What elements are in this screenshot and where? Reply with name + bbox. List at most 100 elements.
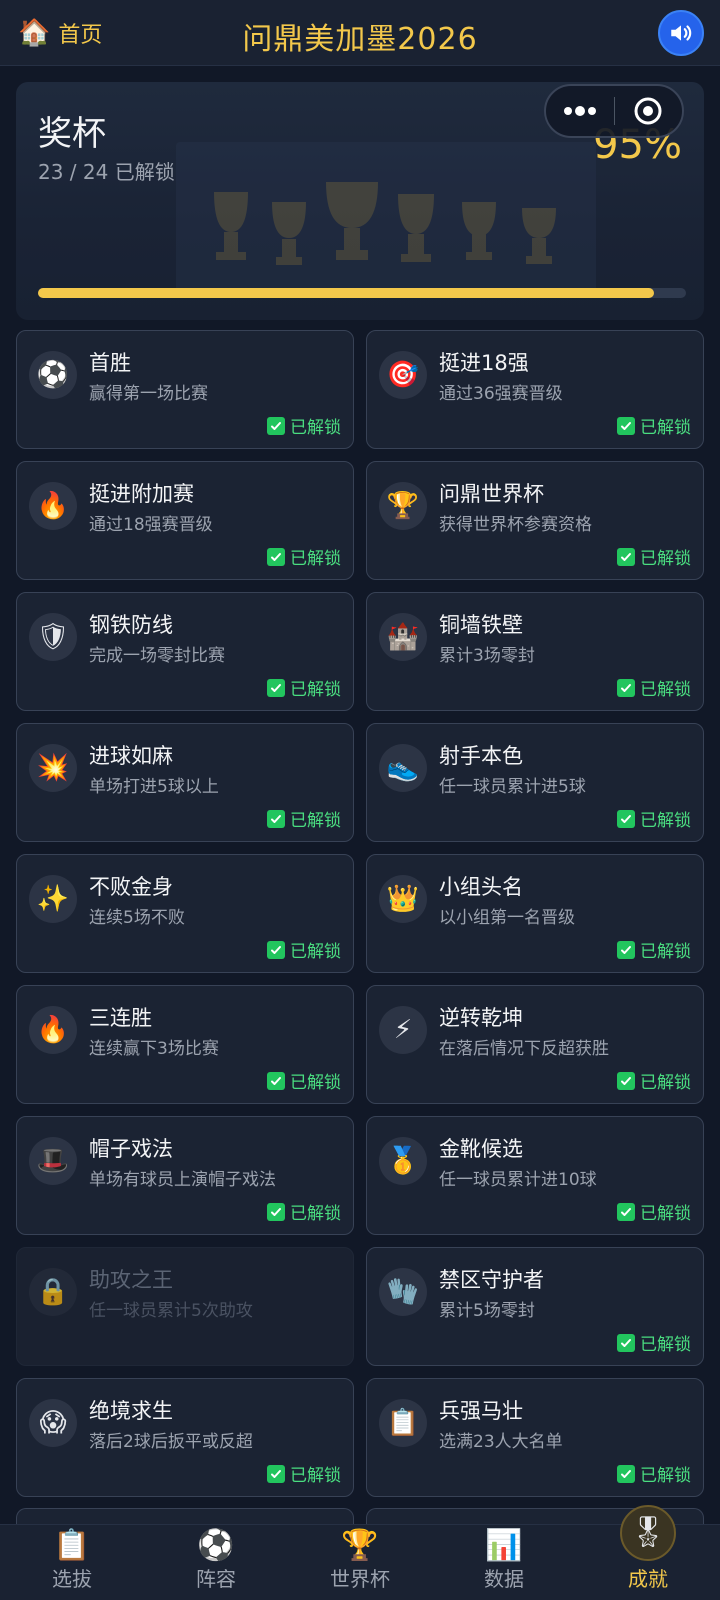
achievement-card[interactable]: 🏆 问鼎世界杯 获得世界杯参赛资格 已解锁 [366, 461, 704, 580]
achievement-title: 逆转乾坤 [439, 1006, 523, 1030]
achievement-card[interactable]: 🔒 助攻之王 任一球员累计5次助攻 [16, 1247, 354, 1366]
check-icon [267, 1202, 285, 1221]
close-mini-program-button[interactable] [615, 86, 683, 136]
check-icon [267, 416, 285, 435]
sneaker-icon: 👟 [379, 744, 427, 792]
unlocked-badge: 已解锁 [267, 1461, 341, 1486]
achievement-title: 兵强马壮 [439, 1399, 523, 1423]
medal-icon: 🥇 [379, 1137, 427, 1185]
check-icon [617, 1202, 635, 1221]
lock-icon: 🔒 [29, 1268, 77, 1316]
status-label: 已解锁 [640, 942, 691, 962]
status-label: 已解锁 [290, 680, 341, 700]
achievement-card[interactable]: 🧤 禁区守护者 累计5场零封 已解锁 [366, 1247, 704, 1366]
achievement-card[interactable]: 🎯 挺进18强 通过36强赛晋级 已解锁 [366, 330, 704, 449]
crown-icon: 👑 [379, 875, 427, 923]
medal-icon: 🎖 [620, 1505, 676, 1561]
nav-label: 成就 [628, 1567, 668, 1591]
soccer-ball-icon: ⚽ [197, 1528, 235, 1563]
achievement-title: 小组头名 [439, 875, 523, 899]
nav-label: 阵容 [196, 1567, 236, 1591]
check-icon [617, 1333, 635, 1352]
achievement-card[interactable]: ⚽ 首胜 赢得第一场比赛 已解锁 [16, 330, 354, 449]
achievement-card[interactable]: 📋 兵强马壮 选满23人大名单 已解锁 [366, 1378, 704, 1497]
status-label: 已解锁 [640, 549, 691, 569]
status-label: 已解锁 [640, 418, 691, 438]
achievement-title: 问鼎世界杯 [439, 482, 544, 506]
unlocked-badge: 已解锁 [617, 1461, 691, 1486]
unlocked-badge: 已解锁 [267, 937, 341, 962]
top-bar: 🏠 首页 问鼎美加墨2026 [0, 0, 720, 66]
status-label: 已解锁 [290, 1073, 341, 1093]
target-icon [634, 97, 662, 125]
achievement-card[interactable]: 🔥 三连胜 连续赢下3场比赛 已解锁 [16, 985, 354, 1104]
check-icon [617, 1464, 635, 1483]
nav-label: 数据 [484, 1567, 524, 1591]
page-title: 问鼎美加墨2026 [242, 22, 478, 57]
achievement-card[interactable]: 🥇 金靴候选 任一球员累计进10球 已解锁 [366, 1116, 704, 1235]
achievement-card[interactable]: 👟 射手本色 任一球员累计进5球 已解锁 [366, 723, 704, 842]
speaker-icon [671, 25, 692, 41]
achievement-card[interactable]: 👑 小组头名以小组第一名晋级已解锁 [366, 854, 704, 973]
status-label: 已解锁 [290, 1204, 341, 1224]
nav-item-1[interactable]: 📋 选拔 [0, 1525, 144, 1600]
trophy-icon: 🏆 [341, 1528, 379, 1563]
unlocked-badge: 已解锁 [617, 413, 691, 438]
check-icon [617, 1071, 635, 1090]
unlocked-badge: 已解锁 [267, 675, 341, 700]
status-label: 已解锁 [290, 1466, 341, 1486]
check-icon [267, 547, 285, 566]
achievement-card[interactable]: 😱 绝境求生 落后2球后扳平或反超 已解锁 [16, 1378, 354, 1497]
nav-item-2[interactable]: ⚽ 阵容 [144, 1525, 288, 1600]
achievement-title: 进球如麻 [89, 744, 173, 768]
achievement-description: 通过36强赛晋级 [439, 384, 563, 404]
bottom-navigation: 📋 选拔 ⚽ 阵容 🏆 世界杯 📊 数据 🎖 成就 [0, 1505, 720, 1600]
nav-item-4[interactable]: 📊 数据 [432, 1525, 576, 1600]
lightning-icon: ⚡ [379, 1006, 427, 1054]
check-icon [267, 940, 285, 959]
nav-item-5[interactable]: 🎖 成就 [576, 1505, 720, 1600]
unlocked-count: 23 / 24 已解锁 [38, 160, 175, 184]
achievement-card[interactable]: 🔥 挺进附加赛 通过18强赛晋级 已解锁 [16, 461, 354, 580]
achievement-description: 赢得第一场比赛 [89, 384, 208, 404]
castle-icon: 🏰 [379, 613, 427, 661]
achievement-description: 任一球员累计进10球 [439, 1170, 597, 1190]
achievement-description: 累计3场零封 [439, 646, 535, 666]
shield-icon: 🛡 [29, 613, 77, 661]
soccer-ball-icon: ⚽ [29, 351, 77, 399]
unlocked-badge: 已解锁 [267, 806, 341, 831]
achievement-description: 以小组第一名晋级 [439, 908, 575, 928]
achievement-description: 落后2球后扳平或反超 [89, 1432, 253, 1452]
unlocked-badge: 已解锁 [617, 544, 691, 569]
sparkles-icon: ✨ [29, 875, 77, 923]
status-label: 已解锁 [290, 549, 341, 569]
achievement-description: 连续赢下3场比赛 [89, 1039, 219, 1059]
check-icon [267, 678, 285, 697]
achievement-description: 单场有球员上演帽子戏法 [89, 1170, 276, 1190]
achievement-card[interactable]: 💥 进球如麻 单场打进5球以上 已解锁 [16, 723, 354, 842]
fire-icon: 🔥 [29, 1006, 77, 1054]
bar-chart-icon: 📊 [485, 1528, 523, 1563]
gloves-icon: 🧤 [379, 1268, 427, 1316]
unlocked-badge: 已解锁 [617, 1068, 691, 1093]
achievement-card[interactable]: ✨ 不败金身 连续5场不败 已解锁 [16, 854, 354, 973]
achievement-title: 钢铁防线 [89, 613, 173, 637]
achievement-card[interactable]: ⚡ 逆转乾坤 在落后情况下反超获胜 已解锁 [366, 985, 704, 1104]
unlocked-badge: 已解锁 [267, 544, 341, 569]
scream-face-icon: 😱 [29, 1399, 77, 1447]
status-label: 已解锁 [640, 1073, 691, 1093]
status-label: 已解锁 [290, 942, 341, 962]
unlocked-badge: 已解锁 [267, 413, 341, 438]
more-button[interactable] [546, 86, 614, 136]
unlocked-badge: 已解锁 [267, 1199, 341, 1224]
achievement-title: 禁区守护者 [439, 1268, 544, 1292]
unlocked-badge: 已解锁 [617, 675, 691, 700]
nav-item-3[interactable]: 🏆 世界杯 [288, 1525, 432, 1600]
achievement-card[interactable]: 🎩 帽子戏法 单场有球员上演帽子戏法 已解锁 [16, 1116, 354, 1235]
achievement-card[interactable]: 🛡 钢铁防线 完成一场零封比赛 已解锁 [16, 592, 354, 711]
achievement-title: 射手本色 [439, 744, 523, 768]
sound-toggle-button[interactable] [658, 10, 704, 56]
achievement-description: 连续5场不败 [89, 908, 185, 928]
achievement-card[interactable]: 🏰 铜墙铁壁 累计3场零封 已解锁 [366, 592, 704, 711]
achievement-description: 单场打进5球以上 [89, 777, 219, 797]
